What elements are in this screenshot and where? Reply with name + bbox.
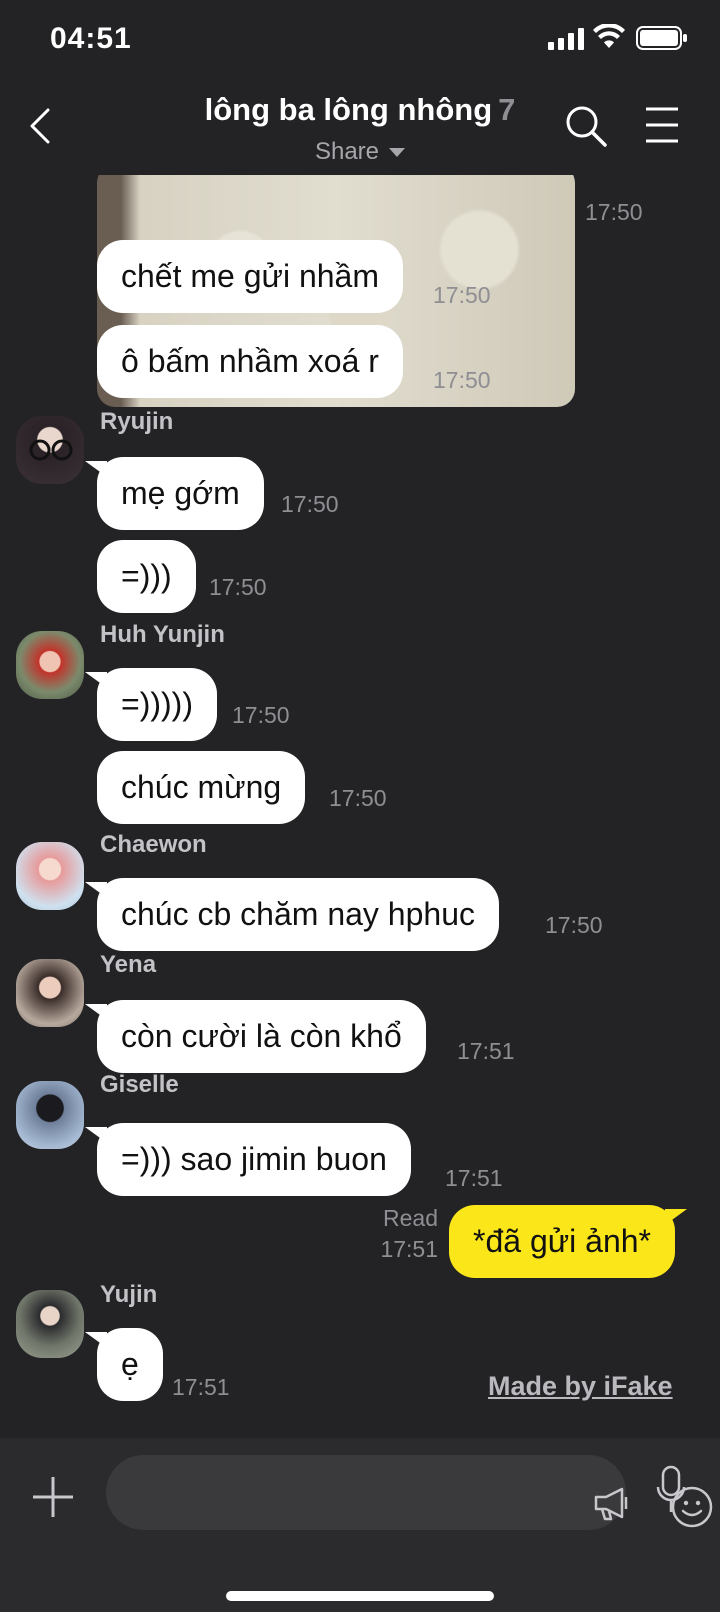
avatar[interactable] <box>16 1290 84 1358</box>
glasses-icon <box>29 439 73 461</box>
message-time: 17:50 <box>281 491 339 517</box>
message-bubble[interactable]: *đã gửi ảnh* <box>449 1205 687 1278</box>
status-bar: 04:51 <box>0 0 720 80</box>
message-bubble[interactable]: chúc cb chăm nay hphuc <box>85 878 499 951</box>
chat-title[interactable]: lông ba lông nhông 7 <box>0 92 720 128</box>
share-dropdown[interactable]: Share <box>0 138 720 166</box>
message-bubble[interactable]: ô bấm nhầm xoá r <box>97 325 403 398</box>
microphone-icon[interactable] <box>655 1465 687 1515</box>
message-time: 17:50 <box>433 367 491 393</box>
read-receipt: Read <box>383 1205 438 1231</box>
message-bubble[interactable]: chết me gửi nhầm <box>97 240 403 313</box>
avatar[interactable] <box>16 416 84 484</box>
cellular-signal-icon <box>548 28 584 50</box>
avatar[interactable] <box>16 631 84 699</box>
message-time: 17:50 <box>232 702 290 728</box>
message-bubble[interactable]: =))) sao jimin buon <box>85 1123 411 1196</box>
caret-down-icon <box>389 148 406 158</box>
home-indicator[interactable] <box>226 1591 494 1601</box>
chat-header: lông ba lông nhông 7 Share <box>0 80 720 175</box>
watermark-text: Made by iFake <box>488 1371 673 1401</box>
menu-icon[interactable] <box>645 106 679 144</box>
sender-name: Yena <box>100 951 157 978</box>
status-time: 04:51 <box>50 22 132 55</box>
message-time: 17:50 <box>329 785 387 811</box>
avatar[interactable] <box>16 842 84 910</box>
message-list[interactable]: 17:50 chết me gửi nhầm 17:50 ô bấm nhầm … <box>0 175 720 1438</box>
member-count: 7 <box>498 92 516 127</box>
message-time: 17:51 <box>380 1236 438 1262</box>
plus-icon[interactable] <box>31 1475 75 1519</box>
avatar[interactable] <box>16 1081 84 1149</box>
chat-name: lông ba lông nhông <box>204 92 493 127</box>
message-bubble[interactable]: mẹ gớm <box>85 457 264 530</box>
sender-name: Chaewon <box>100 831 207 858</box>
sender-name: Ryujin <box>100 408 174 435</box>
message-bubble[interactable]: còn cười là còn khổ <box>85 1000 426 1073</box>
message-time: 17:50 <box>433 282 491 308</box>
wifi-icon <box>593 24 625 48</box>
message-input[interactable] <box>106 1455 713 1530</box>
avatar[interactable] <box>16 959 84 1027</box>
message-bubble[interactable]: chúc mừng <box>97 751 306 824</box>
sender-name: Yujin <box>100 1281 158 1308</box>
megaphone-icon[interactable] <box>592 1485 632 1521</box>
message-bubble[interactable]: =))) <box>97 540 196 613</box>
sender-name: Giselle <box>100 1071 179 1098</box>
message-time: 17:51 <box>457 1038 515 1064</box>
sender-name: Huh Yunjin <box>100 621 225 648</box>
message-bubble[interactable]: ẹ <box>85 1328 163 1401</box>
message-time: 17:51 <box>172 1374 230 1400</box>
share-label: Share <box>314 138 380 165</box>
battery-icon <box>636 26 687 50</box>
input-bar <box>0 1438 720 1612</box>
message-bubble[interactable]: =))))) <box>85 668 217 741</box>
message-time: 17:50 <box>545 912 603 938</box>
message-time: 17:51 <box>445 1165 503 1191</box>
search-icon[interactable] <box>564 104 608 148</box>
message-time: 17:50 <box>209 574 267 600</box>
message-time: 17:50 <box>585 199 643 225</box>
